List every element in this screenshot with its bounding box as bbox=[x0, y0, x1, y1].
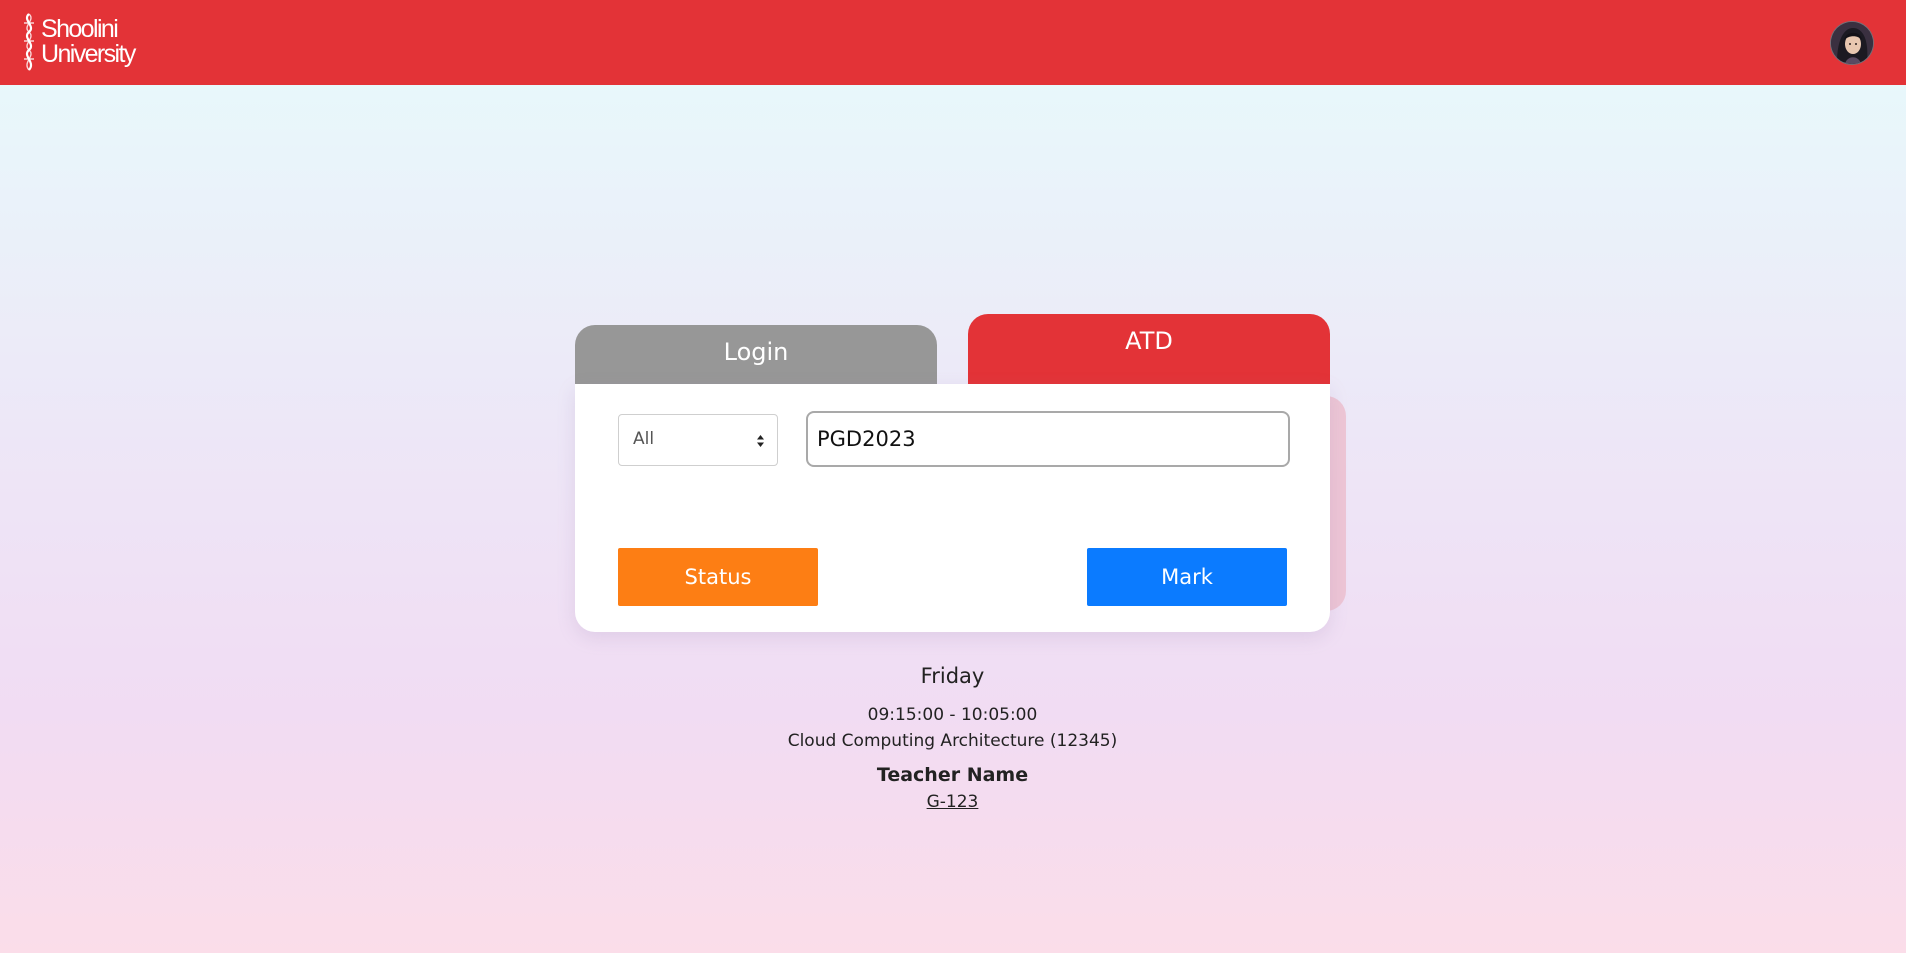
logo-line-2: University bbox=[41, 40, 136, 68]
user-avatar[interactable] bbox=[1830, 21, 1874, 65]
dna-logo-icon bbox=[24, 13, 34, 71]
schedule-time: 09:15:00 - 10:05:00 bbox=[867, 705, 1038, 725]
schedule-teacher: Teacher Name bbox=[876, 764, 1029, 786]
filter-select-value: All bbox=[633, 429, 655, 449]
schedule-info: Friday 09:15:00 - 10:05:00 Cloud Computi… bbox=[575, 660, 1330, 814]
attendance-card: All Status Mark bbox=[575, 384, 1330, 632]
batch-code-input[interactable] bbox=[806, 411, 1290, 467]
logo-wordmark: Shoolini University bbox=[41, 15, 136, 68]
select-arrows-icon bbox=[757, 435, 764, 447]
tab-login[interactable]: Login bbox=[575, 325, 937, 385]
tab-atd[interactable]: ATD bbox=[968, 314, 1330, 385]
avatar-icon bbox=[1831, 22, 1873, 64]
logo-line-1: Shoolini bbox=[41, 15, 119, 43]
top-header-bar: Shoolini University bbox=[0, 0, 1906, 85]
schedule-day: Friday bbox=[920, 664, 985, 688]
mark-button[interactable]: Mark bbox=[1087, 548, 1287, 606]
university-logo[interactable]: Shoolini University bbox=[20, 10, 145, 74]
status-button[interactable]: Status bbox=[618, 548, 818, 606]
schedule-course: Cloud Computing Architecture (12345) bbox=[787, 731, 1118, 751]
tab-login-label: Login bbox=[723, 338, 789, 366]
tab-atd-label: ATD bbox=[1125, 326, 1173, 355]
schedule-room-link[interactable]: G-123 bbox=[927, 790, 979, 814]
filter-select[interactable]: All bbox=[618, 414, 778, 466]
